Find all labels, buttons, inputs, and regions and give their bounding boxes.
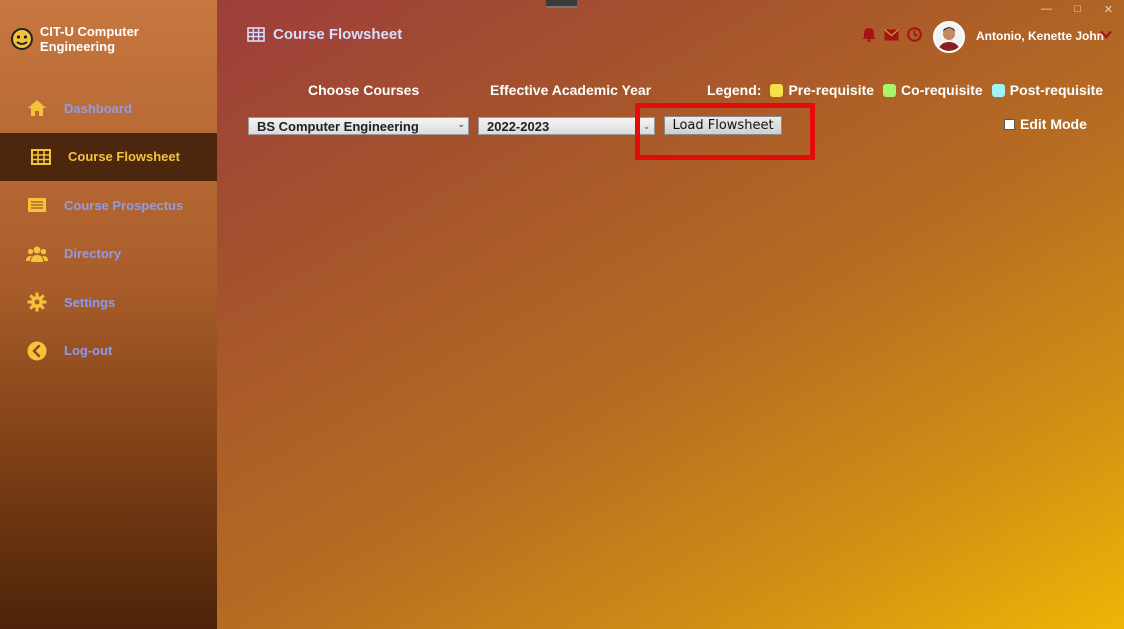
sidebar-item-directory[interactable]: Directory — [0, 230, 217, 279]
academic-year-value: 2022-2023 — [487, 118, 550, 134]
sidebar: CIT-U Computer Engineering Dashboard Cou… — [0, 0, 217, 629]
bell-icon[interactable] — [862, 27, 876, 42]
sidebar-item-label: Course Flowsheet — [68, 149, 180, 165]
sidebar-item-log-out[interactable]: Log-out — [0, 327, 217, 376]
legend-swatch-postrequisite — [991, 83, 1005, 97]
wildcat-logo-icon — [10, 28, 33, 50]
sidebar-item-course-prospectus[interactable]: Course Prospectus — [0, 181, 217, 230]
window-grab-handle[interactable] — [546, 0, 577, 8]
page-title: Course Flowsheet — [273, 26, 403, 43]
main-content: — □ ✕ Course Flowsheet Antonio, Kenette … — [217, 0, 1124, 629]
close-icon[interactable]: ✕ — [1093, 0, 1124, 18]
sidebar-nav: Dashboard Course Flowsheet Course Prospe… — [0, 84, 217, 375]
legend-label: Co-requisite — [901, 82, 983, 98]
maximize-icon[interactable]: □ — [1062, 0, 1093, 18]
legend-label: Post-requisite — [1009, 82, 1104, 98]
sidebar-item-label: Directory — [64, 246, 122, 262]
sidebar-item-label: Settings — [64, 294, 116, 310]
table-icon — [247, 27, 265, 42]
legend: Legend: Pre-requisite Co-requisite Post-… — [707, 82, 1103, 98]
mail-icon[interactable] — [884, 28, 899, 41]
gear-icon — [26, 292, 48, 312]
home-icon — [26, 98, 48, 118]
edit-mode-toggle[interactable]: Edit Mode — [1004, 116, 1087, 132]
edit-mode-checkbox[interactable] — [1004, 118, 1015, 130]
minimize-icon[interactable]: — — [1031, 0, 1062, 18]
academic-year-select[interactable]: 2022-2023 — [478, 117, 654, 135]
avatar[interactable] — [933, 21, 965, 53]
sidebar-item-settings[interactable]: Settings — [0, 278, 217, 327]
legend-label: Pre-requisite — [788, 82, 875, 98]
clock-icon[interactable] — [907, 27, 922, 42]
user-name[interactable]: Antonio, Kenette John — [976, 29, 1104, 43]
academic-year-label: Effective Academic Year — [490, 82, 652, 98]
list-icon — [26, 195, 48, 215]
course-select-value: BS Computer Engineering — [257, 118, 419, 134]
page-header: Course Flowsheet — [247, 26, 402, 43]
sidebar-item-label: Course Prospectus — [64, 197, 184, 213]
brand: CIT-U Computer Engineering — [10, 24, 217, 54]
window-controls: — □ ✕ — [1031, 0, 1124, 18]
header-icons — [862, 27, 922, 42]
legend-swatch-corequisite — [883, 83, 897, 97]
sidebar-item-course-flowsheet[interactable]: Course Flowsheet — [0, 132, 217, 181]
back-arrow-icon — [26, 341, 48, 361]
legend-swatch-prerequisite — [770, 83, 784, 97]
brand-title: CIT-U Computer Engineering — [39, 24, 139, 54]
chevron-down-icon: ⌄ — [457, 119, 465, 129]
courses-label: Choose Courses — [308, 82, 420, 98]
edit-mode-label: Edit Mode — [1020, 116, 1087, 132]
chevron-down-icon[interactable] — [1100, 30, 1112, 39]
table-icon — [30, 147, 52, 167]
users-icon — [26, 244, 48, 264]
sidebar-item-label: Dashboard — [64, 100, 132, 116]
highlight-box — [635, 103, 815, 160]
sidebar-item-dashboard[interactable]: Dashboard — [0, 84, 217, 133]
sidebar-item-label: Log-out — [64, 343, 113, 359]
legend-title: Legend: — [707, 82, 762, 98]
course-select[interactable]: BS Computer Engineering ⌄ — [248, 117, 469, 135]
